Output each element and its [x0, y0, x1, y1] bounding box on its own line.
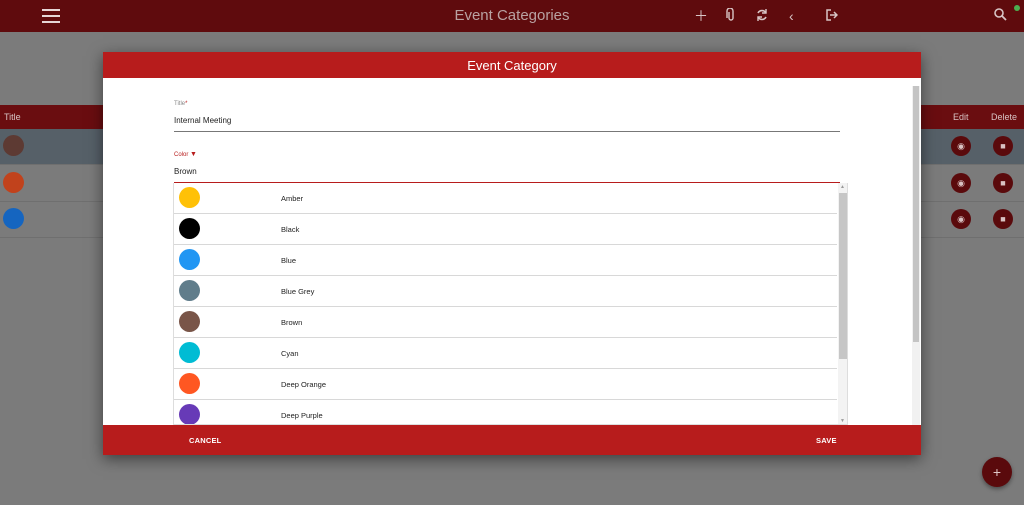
- title-input-underline: [174, 131, 840, 132]
- dropdown-option[interactable]: Deep Purple: [174, 400, 837, 424]
- save-button[interactable]: SAVE: [816, 436, 837, 445]
- color-select[interactable]: Brown: [174, 167, 197, 176]
- option-label: Black: [281, 225, 300, 234]
- color-swatch: [179, 342, 200, 363]
- sign-out-icon[interactable]: [826, 8, 839, 24]
- scroll-up-icon[interactable]: ▲: [840, 184, 845, 190]
- color-swatch: [3, 208, 24, 229]
- column-edit: Edit: [953, 112, 969, 122]
- dropdown-option[interactable]: Blue: [174, 245, 837, 276]
- search-icon[interactable]: [994, 8, 1007, 24]
- option-label: Cyan: [281, 349, 299, 358]
- plus-icon[interactable]: ＋: [694, 8, 708, 24]
- option-label: Deep Orange: [281, 380, 327, 389]
- dropdown-option[interactable]: Brown: [174, 307, 837, 338]
- option-label: Deep Purple: [281, 411, 323, 420]
- color-swatch: [179, 404, 200, 424]
- dropdown-scroll-thumb[interactable]: [839, 193, 847, 359]
- color-swatch: [179, 187, 200, 208]
- page-title: Event Categories: [454, 7, 570, 24]
- scroll-down-icon[interactable]: ▼: [840, 418, 845, 424]
- color-dropdown: Amber Black Blue Blue Grey Brown Cyan De…: [173, 183, 848, 425]
- dialog-title: Event Category: [103, 52, 921, 78]
- chevron-left-icon[interactable]: ‹: [789, 8, 794, 24]
- dialog-actions: CANCEL SAVE: [103, 425, 921, 455]
- color-swatch: [179, 218, 200, 239]
- title-input[interactable]: Internal Meeting: [174, 116, 231, 125]
- column-delete: Delete: [991, 112, 1018, 122]
- dialog-scroll-thumb[interactable]: [913, 86, 919, 342]
- trash-icon[interactable]: ■: [993, 136, 1013, 156]
- trash-icon[interactable]: ■: [993, 173, 1013, 193]
- option-label: Brown: [281, 318, 303, 327]
- app-bar: Event Categories ＋ ‹: [0, 0, 1024, 32]
- view-icon[interactable]: ◉: [951, 209, 971, 229]
- dropdown-option[interactable]: Cyan: [174, 338, 837, 369]
- dropdown-option[interactable]: Black: [174, 214, 837, 245]
- option-label: Blue Grey: [281, 287, 315, 296]
- color-swatch: [179, 373, 200, 394]
- paperclip-icon[interactable]: [726, 7, 736, 25]
- option-label: Blue: [281, 256, 297, 265]
- color-swatch: [179, 280, 200, 301]
- title-field-label: Title*: [174, 101, 188, 107]
- cancel-button[interactable]: CANCEL: [189, 436, 221, 445]
- view-icon[interactable]: ◉: [951, 136, 971, 156]
- dropdown-option[interactable]: Amber: [174, 183, 837, 214]
- dropdown-option[interactable]: Deep Orange: [174, 369, 837, 400]
- trash-icon[interactable]: ■: [993, 209, 1013, 229]
- dialog-body: Title* Internal Meeting Color ▼ Brown Am…: [103, 78, 921, 425]
- status-indicator: [1014, 5, 1020, 11]
- color-field-label: Color ▼: [174, 151, 197, 158]
- dropdown-option[interactable]: Blue Grey: [174, 276, 837, 307]
- color-swatch: [179, 311, 200, 332]
- color-swatch: [3, 172, 24, 193]
- add-button[interactable]: +: [982, 457, 1012, 487]
- dialog-scrollbar[interactable]: [912, 86, 920, 425]
- event-category-dialog: Event Category Title* Internal Meeting C…: [103, 52, 921, 455]
- column-title: Title: [4, 112, 21, 122]
- dropdown-scrollbar[interactable]: ▲ ▼: [838, 183, 847, 424]
- refresh-icon[interactable]: [756, 8, 768, 25]
- view-icon[interactable]: ◉: [951, 173, 971, 193]
- color-swatch: [3, 135, 24, 156]
- color-swatch: [179, 249, 200, 270]
- caret-down-icon[interactable]: ▼: [190, 151, 197, 158]
- option-label: Amber: [281, 194, 304, 203]
